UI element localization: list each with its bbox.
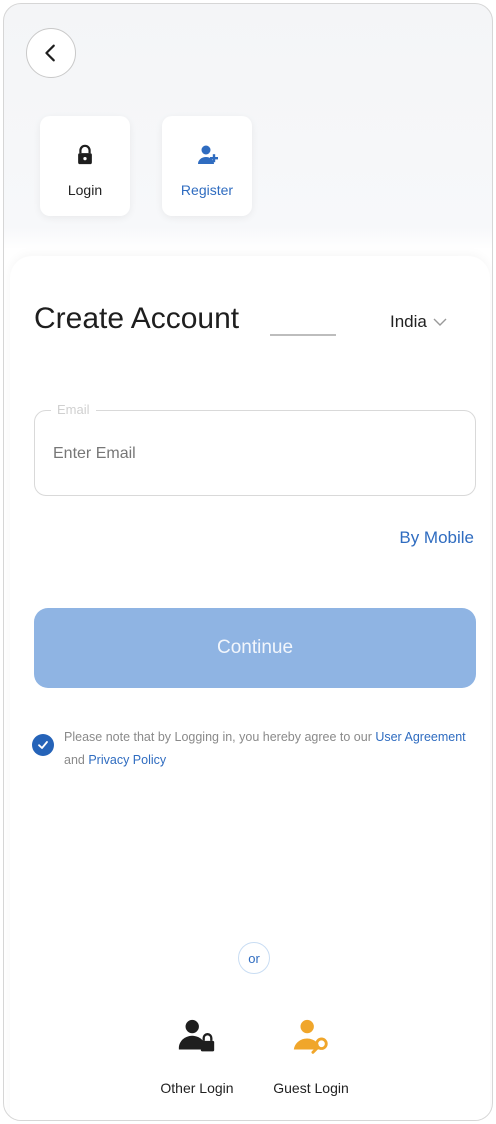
back-button[interactable] (26, 28, 76, 78)
or-separator: or (238, 942, 270, 974)
title-underline (270, 334, 336, 336)
agreement-text: Please note that by Logging in, you here… (64, 726, 472, 772)
register-user-icon (194, 142, 220, 168)
checkmark-icon (38, 741, 48, 749)
tab-login-label: Login (67, 182, 103, 198)
guest-login-label: Guest Login (273, 1080, 349, 1096)
guest-login-user-key-icon (289, 1016, 333, 1060)
tab-register[interactable]: Register (162, 116, 252, 216)
country-value: India (390, 312, 427, 331)
user-agreement-link[interactable]: User Agreement (375, 730, 465, 744)
email-field[interactable]: Email (34, 402, 476, 496)
other-login-button[interactable]: Other Login (142, 1016, 252, 1096)
agreement-checkbox[interactable] (32, 734, 54, 756)
other-login-user-lock-icon (175, 1016, 219, 1060)
lock-icon (72, 142, 98, 168)
email-field-label: Email (51, 402, 96, 417)
other-login-label: Other Login (160, 1080, 234, 1096)
guest-login-button[interactable]: Guest Login (256, 1016, 366, 1096)
country-selector[interactable]: India (390, 312, 447, 332)
agreement-middle: and (64, 753, 89, 767)
continue-button[interactable]: Continue (34, 608, 476, 688)
email-input[interactable] (53, 439, 453, 469)
chevron-down-icon (433, 318, 447, 326)
register-sheet: Create Account India Email By Mobile Con… (10, 256, 490, 1120)
tab-register-label: Register (180, 182, 234, 198)
app-frame: Login Register Create Account India Emai… (3, 3, 493, 1121)
agreement-prefix: Please note that by Logging in, you here… (64, 730, 376, 744)
by-mobile-link[interactable]: By Mobile (399, 528, 474, 548)
tab-login[interactable]: Login (40, 116, 130, 216)
privacy-policy-link[interactable]: Privacy Policy (88, 753, 166, 767)
page-title: Create Account (34, 302, 240, 335)
chevron-left-icon (45, 44, 55, 62)
